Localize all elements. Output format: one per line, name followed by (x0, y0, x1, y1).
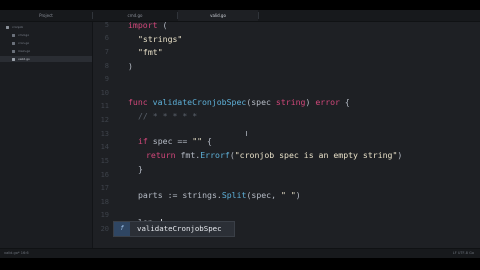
function-name: Split (221, 190, 247, 200)
code-text: ) (128, 61, 133, 71)
function-name: Errorf (200, 150, 230, 160)
code-text: ( (157, 20, 168, 30)
line-number: 11 (100, 102, 109, 110)
code-line: ) (128, 61, 133, 71)
autocomplete-popup: f validateCronjobSpec (113, 221, 235, 237)
status-right: LF UTF-8 Go (452, 251, 474, 255)
file-icon (12, 57, 15, 61)
code-line: if spec == "" { (138, 136, 212, 146)
code-area[interactable]: import ( "strings" "fmt" ) func validate… (128, 10, 480, 248)
code-line: parts := strings.Split(spec, " ") (138, 190, 301, 200)
project-sidebar: cronjob cmd.go cron.go main.go valid.go (0, 22, 93, 248)
mouse-ibeam-icon (246, 131, 247, 136)
keyword: if (138, 136, 148, 146)
letterbox-top (0, 0, 480, 10)
code-text: parts := strings. (138, 190, 222, 200)
line-number: 7 (104, 48, 109, 56)
string-literal: "" (192, 136, 203, 146)
line-number: 13 (100, 130, 109, 138)
letterbox-bottom (0, 258, 480, 270)
line-number: 8 (104, 62, 109, 70)
line-number: 17 (100, 184, 109, 192)
line-number: 9 (104, 75, 109, 83)
line-number: 19 (100, 211, 109, 219)
function-kind-icon: f (114, 222, 130, 236)
tree-file-cron[interactable]: cron.go (0, 40, 92, 46)
tree-file-valid[interactable]: valid.go (0, 56, 92, 62)
line-number: 14 (100, 143, 109, 151)
folder-icon (6, 25, 9, 29)
code-text: ) (397, 150, 403, 160)
code-line: // * * * * * (138, 111, 197, 121)
code-text: { (202, 136, 212, 146)
line-number: 16 (100, 171, 109, 179)
line-number: 5 (104, 21, 109, 29)
tree-file-main[interactable]: main.go (0, 48, 92, 54)
code-line: return fmt.Errorf("cronjob spec is an em… (146, 150, 402, 160)
function-name: validateCronjobSpec (152, 97, 247, 107)
autocomplete-suggestion[interactable]: validateCronjobSpec (137, 222, 222, 236)
string-literal: " " (280, 190, 296, 200)
line-number: 12 (100, 116, 109, 124)
tree-label: cmd.go (18, 33, 30, 37)
line-number: 18 (100, 198, 109, 206)
keyword: import (128, 20, 158, 30)
keyword: func (128, 97, 148, 107)
code-text: ) (295, 190, 301, 200)
tree-folder-cronjob[interactable]: cronjob (0, 24, 92, 30)
code-text: (spec, (246, 190, 281, 200)
file-icon (12, 33, 15, 37)
code-line: "fmt" (138, 47, 163, 57)
code-text: { (340, 97, 350, 107)
tree-file-cmd[interactable]: cmd.go (0, 32, 92, 38)
tree-label: cronjob (12, 25, 24, 29)
type-name: error (315, 97, 340, 107)
status-bar: valid.go* 16:6 LF UTF-8 Go (0, 248, 480, 258)
comment: // * * * * * (138, 111, 198, 121)
string-literal: "strings" (138, 34, 183, 44)
keyword: return (146, 150, 176, 160)
file-icon (12, 41, 15, 45)
code-text: spec == (147, 136, 193, 146)
tree-label: cron.go (18, 41, 30, 45)
string-literal: "fmt" (138, 47, 163, 57)
code-text: (spec (246, 97, 276, 107)
code-text: fmt. (175, 150, 201, 160)
line-number-gutter: 5 6 7 8 9 10 11 12 13 14 15 16 17 18 19 … (93, 10, 113, 248)
type-name: string (275, 97, 306, 107)
tab-project[interactable]: Project (0, 10, 92, 21)
line-number: 10 (100, 89, 109, 97)
tree-label: main.go (18, 49, 31, 53)
code-line: } (138, 164, 143, 174)
tree-label: valid.go (18, 57, 30, 61)
string-literal: "cronjob spec is an empty string" (234, 150, 398, 160)
code-text: ) (305, 97, 316, 107)
line-number: 15 (100, 157, 109, 165)
code-line: func validateCronjobSpec(spec string) er… (128, 97, 350, 107)
line-number: 20 (100, 225, 109, 233)
code-line: import ( (128, 20, 167, 30)
code-line: "strings" (138, 34, 182, 44)
file-icon (12, 49, 15, 53)
code-text: } (138, 164, 143, 174)
line-number: 6 (104, 34, 109, 42)
status-left: valid.go* 16:6 (4, 251, 29, 255)
